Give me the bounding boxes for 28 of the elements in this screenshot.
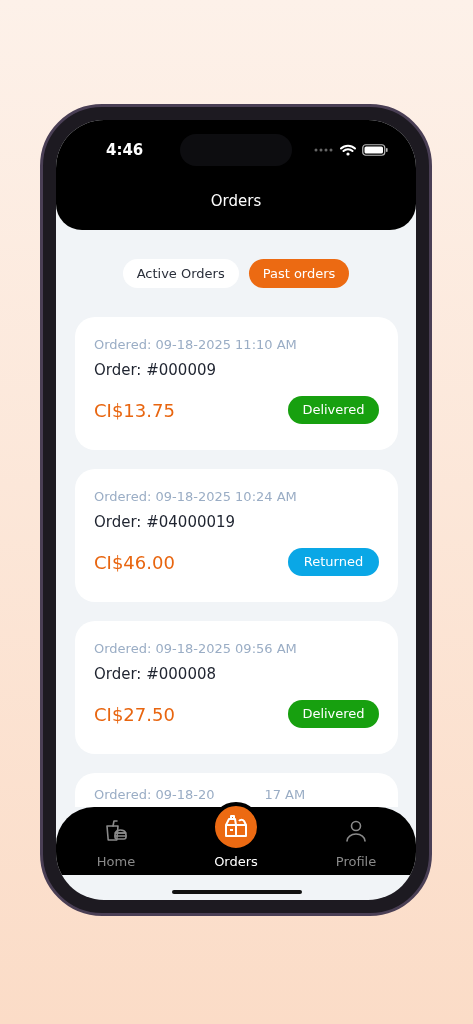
order-number: Order: #000009: [94, 361, 217, 379]
profile-icon: [344, 819, 368, 843]
cup-box-icon: [104, 819, 128, 843]
signal-dots-icon: [314, 148, 334, 152]
wifi-icon: [340, 144, 356, 156]
order-card[interactable]: Ordered: 09-18-2025 11:10 AM Order: #000009 CI$13.75 Delivered: [75, 317, 398, 450]
order-date: Ordered: 09-18-2025 10:24 AM: [94, 489, 298, 504]
order-card[interactable]: Ordered: 09-18-2025 09:56 AM Order: #000008 CI$27.50 Delivered: [75, 621, 398, 754]
order-date: Ordered: 09-18-20: [94, 787, 215, 802]
status-badge: Returned: [288, 548, 379, 576]
order-amount: CI$13.75: [94, 399, 175, 421]
order-number: Order: #04000019: [94, 513, 237, 531]
order-amount: CI$27.50: [94, 703, 175, 725]
segment-tab[interactable]: Active Orders: [122, 259, 239, 288]
tab-item[interactable]: Profile: [316, 818, 396, 869]
status-time: 4:46: [106, 141, 145, 159]
tab-item[interactable]: Home: [76, 818, 156, 869]
order-date: 17 AM: [264, 787, 306, 802]
battery-icon: [362, 144, 388, 156]
status-badge: Delivered: [288, 700, 379, 728]
order-date: Ordered: 09-18-2025 09:56 AM: [94, 641, 298, 656]
order-amount: CI$46.00: [94, 551, 175, 573]
status-badge: Delivered: [288, 396, 379, 424]
shopping-bag-icon: [223, 815, 249, 839]
order-number: Order: #000008: [94, 665, 217, 683]
order-card[interactable]: Ordered: 09-18-2025 10:24 AM Order: #04000019 CI$46.00 Returned: [75, 469, 398, 602]
screen-title: Orders: [209, 192, 263, 210]
order-date: Ordered: 09-18-2025 11:10 AM: [94, 337, 298, 352]
